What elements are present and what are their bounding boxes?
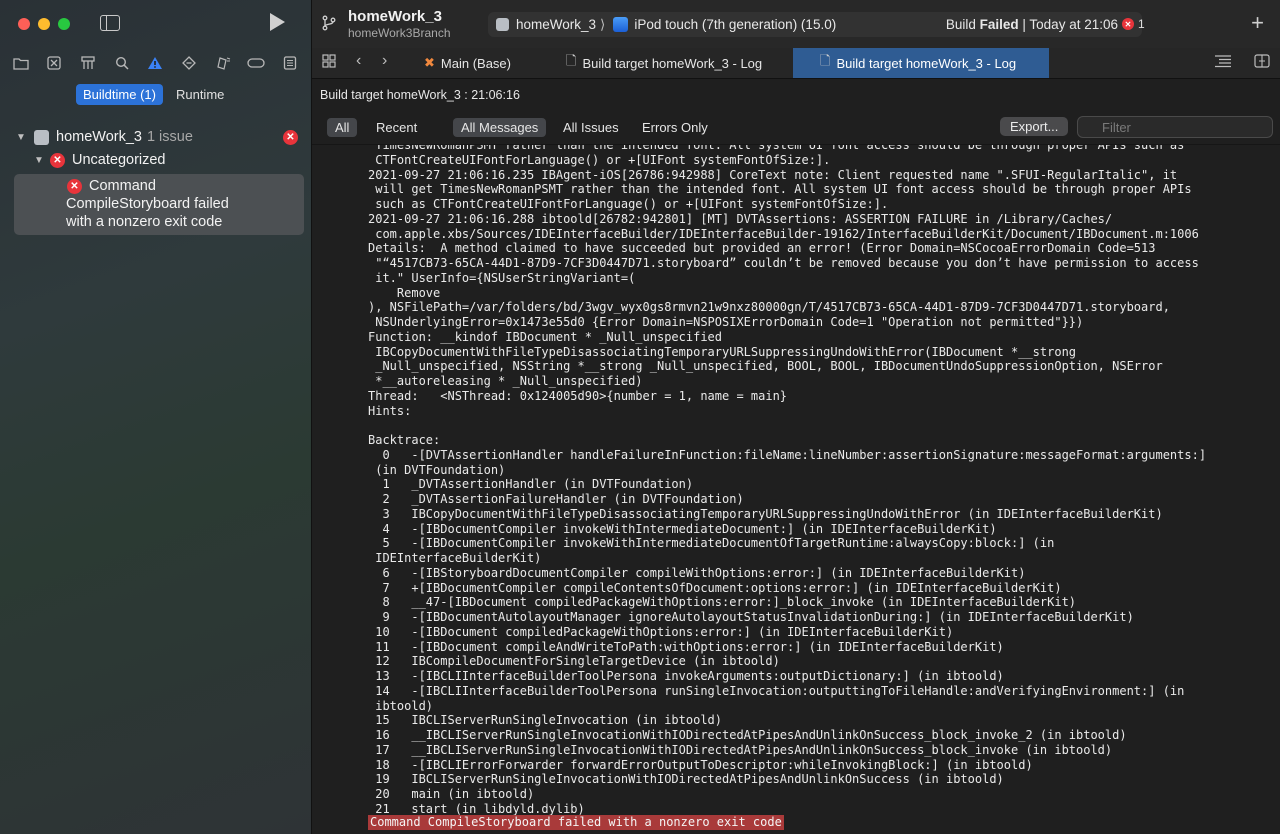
forward-icon[interactable]: ›	[382, 52, 387, 70]
issue-tree: ▼ homeWork_3 1 issue ✕ ▼ ✕ Uncategorized…	[14, 126, 304, 235]
destination-selector[interactable]: iPod touch (7th generation) (15.0)	[634, 17, 836, 32]
run-icon[interactable]	[270, 13, 285, 31]
zoom-window-button[interactable]	[58, 18, 70, 30]
all-issues-button[interactable]: All Issues	[555, 118, 627, 137]
branch-name: homeWork3Branch	[348, 26, 451, 40]
tab-label: Build target homeWork_3 - Log	[836, 55, 1017, 71]
project-row[interactable]: ▼ homeWork_3 1 issue ✕	[14, 126, 304, 148]
log-title: Build target homeWork_3 : 21:06:16	[320, 88, 520, 102]
breakpoint-test-icon[interactable]	[179, 53, 199, 73]
issue-count-label: 1 issue	[146, 129, 193, 145]
group-row[interactable]: ▼ ✕ Uncategorized	[14, 148, 304, 172]
tab-build-log-active[interactable]: 🗋 Build target homeWork_3 - Log	[793, 48, 1049, 78]
tab-main-base[interactable]: ✖ Main (Base)	[424, 48, 544, 78]
export-button[interactable]: Export...	[1000, 117, 1069, 136]
issue-text-line: with a nonzero exit code	[66, 214, 223, 230]
error-icon: ✕	[50, 152, 65, 168]
group-label: Uncategorized	[72, 152, 166, 168]
navigator-tabs	[0, 50, 311, 76]
log-filter-bar: All Recent All Messages All Issues Error…	[312, 112, 1280, 142]
all-messages-button[interactable]: All Messages	[453, 118, 547, 137]
issue-row[interactable]: ✕ Command CompileStoryboard failed with …	[14, 174, 304, 235]
report-icon[interactable]	[280, 53, 300, 73]
scheme-selector[interactable]: homeWork_3	[516, 17, 596, 32]
sidebar-toggle-icon[interactable]	[100, 15, 120, 31]
log-text: TimesNewRomanPSMT rather than the intend…	[368, 144, 1207, 816]
errors-only-button[interactable]: Errors Only	[634, 118, 716, 137]
swift-file-icon: ✖	[424, 55, 435, 70]
device-icon	[613, 17, 629, 32]
recent-button[interactable]: Recent	[368, 118, 425, 137]
error-icon: ✕	[1122, 18, 1134, 30]
tag-icon[interactable]	[246, 53, 266, 73]
build-status: Build Failed | Today at 21:06	[946, 17, 1118, 32]
project-icon	[34, 129, 49, 145]
build-status-result: Failed	[979, 17, 1019, 32]
document-icon: 🗋	[820, 53, 831, 68]
close-window-button[interactable]	[18, 18, 30, 30]
add-icon[interactable]: +	[1251, 10, 1264, 36]
error-icon: ✕	[67, 179, 82, 194]
chevron-down-icon[interactable]: ▼	[14, 132, 28, 143]
folder-icon[interactable]	[11, 53, 31, 73]
search-icon[interactable]	[112, 53, 132, 73]
document-icon: 🗋	[566, 53, 577, 68]
build-status-prefix: Build	[945, 17, 980, 32]
minimize-window-button[interactable]	[38, 18, 50, 30]
error-icon: ✕	[283, 129, 298, 145]
error-count-badge[interactable]: ✕ 1	[1122, 17, 1145, 31]
tab-build-log[interactable]: 🗋 Build target homeWork_3 - Log	[566, 48, 786, 78]
buildtime-tab[interactable]: Buildtime (1)	[76, 84, 163, 105]
filter-input[interactable]	[1077, 116, 1273, 138]
project-title: homeWork_3	[348, 8, 442, 25]
issue-scope-segmented-control: Buildtime (1) Runtime	[76, 84, 231, 105]
project-name: homeWork_3	[56, 129, 142, 145]
toolbar: homeWork_3 homeWork3Branch homeWork_3 ⟩ …	[312, 0, 1280, 49]
navigator-sidebar: Buildtime (1) Runtime ▼ homeWork_3 1 iss…	[0, 0, 312, 834]
all-button[interactable]: All	[327, 118, 358, 137]
final-error-line[interactable]: Command CompileStoryboard failed with a …	[368, 815, 784, 830]
editor-tab-bar: ‹ › ✖ Main (Base) 🗋 Build target homeWor…	[312, 48, 1280, 79]
error-count: 1	[1138, 17, 1145, 31]
tab-label: Build target homeWork_3 - Log	[582, 55, 763, 71]
source-control-icon[interactable]	[44, 53, 64, 73]
activity-bar: homeWork_3 ⟩ iPod touch (7th generation)…	[488, 12, 1142, 37]
editor-area: homeWork_3 homeWork3Branch homeWork_3 ⟩ …	[312, 0, 1280, 834]
warning-icon[interactable]	[145, 53, 165, 73]
symbol-icon[interactable]	[78, 53, 98, 73]
issue-text-line: Command	[89, 178, 156, 194]
debug-icon[interactable]	[213, 53, 233, 73]
runtime-tab[interactable]: Runtime	[169, 84, 231, 105]
editor-options-icon[interactable]	[1214, 54, 1232, 71]
chevron-down-icon[interactable]: ▼	[32, 155, 46, 166]
branch-icon	[322, 15, 336, 35]
tab-label: Main (Base)	[440, 55, 511, 71]
chevron-right-icon: ⟩	[600, 16, 606, 32]
back-icon[interactable]: ‹	[356, 52, 361, 70]
issue-text-line: CompileStoryboard failed	[66, 196, 229, 212]
build-status-time: | Today at 21:06	[1018, 17, 1118, 32]
split-editor-icon[interactable]	[1254, 54, 1270, 71]
app-icon	[496, 18, 509, 31]
grid-icon[interactable]	[322, 54, 336, 71]
window-controls	[18, 18, 70, 30]
build-log-output[interactable]: TimesNewRomanPSMT rather than the intend…	[312, 144, 1280, 834]
